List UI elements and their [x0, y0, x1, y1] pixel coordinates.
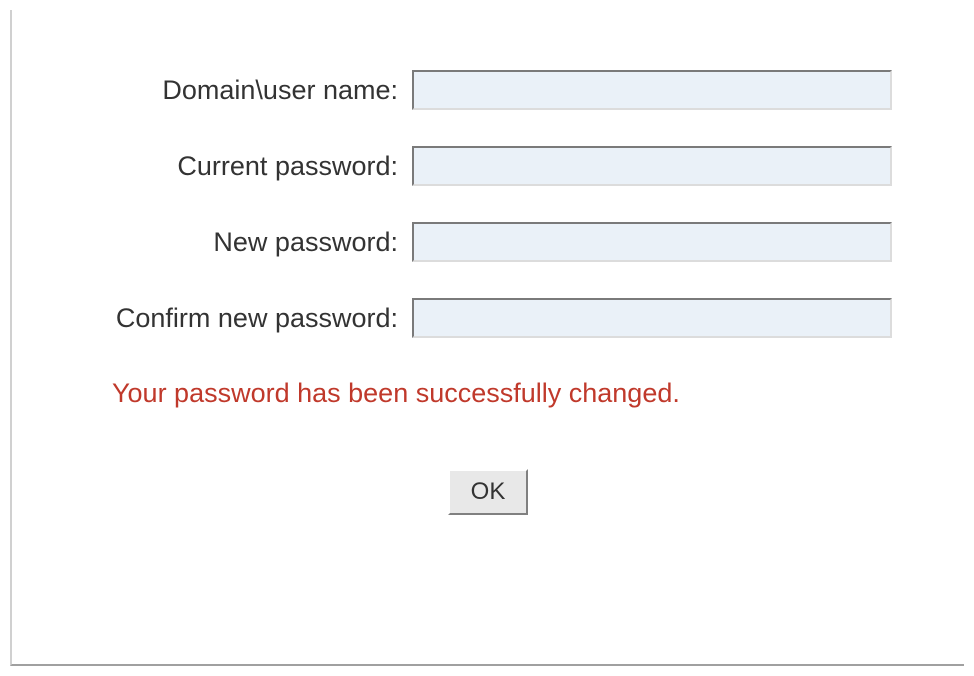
current-password-input[interactable]: [412, 146, 892, 186]
username-row: Domain\user name:: [12, 70, 964, 110]
status-message: Your password has been successfully chan…: [112, 378, 964, 409]
confirm-password-input[interactable]: [412, 298, 892, 338]
button-row: OK: [12, 469, 964, 515]
current-password-label: Current password:: [12, 151, 412, 182]
username-input[interactable]: [412, 70, 892, 110]
ok-button[interactable]: OK: [448, 469, 528, 515]
current-password-row: Current password:: [12, 146, 964, 186]
confirm-password-row: Confirm new password:: [12, 298, 964, 338]
new-password-label: New password:: [12, 227, 412, 258]
password-change-dialog: Domain\user name: Current password: New …: [10, 10, 964, 666]
confirm-password-label: Confirm new password:: [12, 303, 412, 334]
new-password-row: New password:: [12, 222, 964, 262]
username-label: Domain\user name:: [12, 75, 412, 106]
new-password-input[interactable]: [412, 222, 892, 262]
